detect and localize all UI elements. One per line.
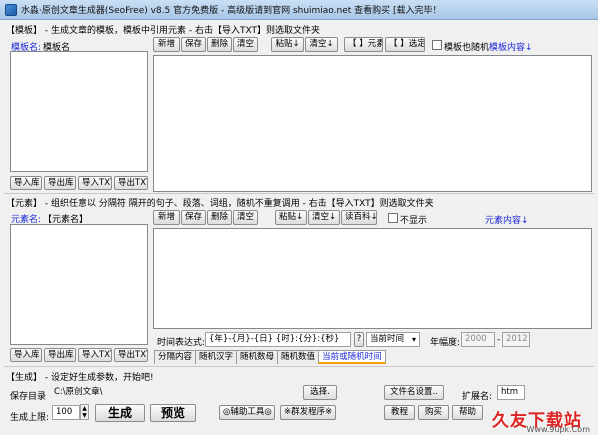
separator — [4, 366, 594, 367]
separator — [4, 193, 594, 194]
element-insert-button[interactable]: 【 】元素 — [344, 37, 383, 52]
element-hide-label: 不显示 — [400, 216, 428, 226]
element-save-button[interactable]: 保存 — [181, 210, 206, 225]
mass-send-button[interactable]: ※群发程序※ — [280, 405, 336, 420]
time-expr-help-button[interactable]: ? — [354, 332, 364, 347]
template-import-lib-button[interactable]: 导入库 — [10, 176, 42, 190]
year-range-separator: - — [497, 335, 501, 345]
tab-random-number[interactable]: 随机数值 — [277, 350, 320, 364]
time-mode-select[interactable]: 当前时间 — [366, 332, 420, 347]
preview-button[interactable]: 预览 — [150, 404, 196, 422]
selected-button[interactable]: 【 】选定 — [385, 37, 425, 52]
tutorial-button[interactable]: 教程 — [384, 405, 415, 420]
element-hide-checkbox[interactable] — [388, 213, 398, 223]
tab-random-letters[interactable]: 随机数母 — [236, 350, 279, 364]
ext-input[interactable]: htm — [497, 385, 525, 400]
template-list[interactable] — [10, 51, 148, 172]
template-new-button[interactable]: 新增 — [153, 37, 180, 52]
read-baike-button[interactable]: 读百科↓ — [341, 210, 377, 225]
template-clear-content-button[interactable]: 清空↓ — [305, 37, 338, 52]
template-random-label: 模板也随机 — [444, 43, 490, 53]
app-icon — [5, 3, 17, 16]
year-from-input[interactable]: 2000 — [461, 332, 495, 347]
element-section-header: 【元素】 - 组织任意以 分隔符 隔开的句子、段落、词组，随机不重复调用 - 右… — [6, 199, 434, 209]
watermark-url: Www.9upk.Com — [526, 425, 591, 434]
limit-label: 生成上限: — [10, 413, 50, 423]
element-new-button[interactable]: 新增 — [153, 210, 180, 225]
tab-current-or-random-time[interactable]: 当前或随机时间 — [318, 350, 386, 364]
element-export-lib-button[interactable]: 导出库 — [44, 348, 76, 362]
element-tab-bar: 分隔内容 随机汉字 随机数母 随机数值 当前或随机时间 — [154, 350, 386, 364]
select-dir-button[interactable]: 选择. — [303, 385, 337, 400]
limit-stepper[interactable]: ▲ ▼ — [80, 404, 89, 420]
save-dir-label: 保存目录 — [10, 392, 47, 402]
save-dir-input[interactable]: C:\原创文章\ — [50, 385, 299, 400]
template-content-label: 模板内容↓ — [489, 43, 533, 53]
buy-button[interactable]: 购买 — [418, 405, 449, 420]
time-expr-input[interactable]: {年}-{月}-{日} {时}:{分}:{秒} — [205, 332, 351, 347]
time-expr-label: 时间表达式: — [157, 338, 206, 348]
element-clear-button[interactable]: 清空 — [233, 210, 258, 225]
limit-input[interactable]: 100 — [52, 405, 80, 420]
template-delete-button[interactable]: 删除 — [207, 37, 232, 52]
element-content-label: 元素内容↓ — [485, 216, 529, 226]
element-delete-button[interactable]: 删除 — [207, 210, 232, 225]
template-content-editor[interactable] — [153, 55, 592, 192]
aux-tools-button[interactable]: ◎辅助工具◎ — [219, 405, 275, 420]
filename-settings-button[interactable]: 文件名设置.. — [384, 385, 444, 400]
template-random-checkbox[interactable] — [432, 40, 442, 50]
template-export-lib-button[interactable]: 导出库 — [44, 176, 76, 190]
template-clear-button[interactable]: 清空 — [233, 37, 258, 52]
template-export-txt-button[interactable]: 导出TXT — [114, 176, 148, 190]
tab-random-chinese[interactable]: 随机汉字 — [195, 350, 238, 364]
element-import-lib-button[interactable]: 导入库 — [10, 348, 42, 362]
year-range-label: 年幅度: — [430, 338, 461, 348]
template-section-header: 【模板】 - 生成文章的模板，模板中引用元素 - 右击【导入TXT】则选取文件夹 — [6, 26, 320, 36]
generate-button[interactable]: 生成 — [95, 404, 145, 422]
tab-separated-content[interactable]: 分隔内容 — [154, 350, 197, 364]
element-clear-content-button[interactable]: 清空↓ — [308, 210, 340, 225]
element-export-txt-button[interactable]: 导出TXT — [114, 348, 148, 362]
template-paste-button[interactable]: 粘贴↓ — [271, 37, 304, 52]
ext-label: 扩展名: — [462, 392, 493, 402]
template-save-button[interactable]: 保存 — [181, 37, 206, 52]
generate-section-header: 【生成】 - 设定好生成参数，开始吧! — [6, 373, 154, 383]
template-import-txt-button[interactable]: 导入TXT — [78, 176, 112, 190]
title-bar: 水淼·原创文章生成器(SeoFree) v8.5 官方免费版 - 高级版请到官网… — [0, 0, 598, 20]
year-to-input[interactable]: 2012 — [502, 332, 530, 347]
element-import-txt-button[interactable]: 导入TXT — [78, 348, 112, 362]
element-list[interactable] — [10, 224, 148, 345]
element-paste-button[interactable]: 粘贴↓ — [275, 210, 307, 225]
element-content-editor[interactable] — [153, 228, 592, 329]
window-title: 水淼·原创文章生成器(SeoFree) v8.5 官方免费版 - 高级版请到官网… — [21, 6, 442, 16]
